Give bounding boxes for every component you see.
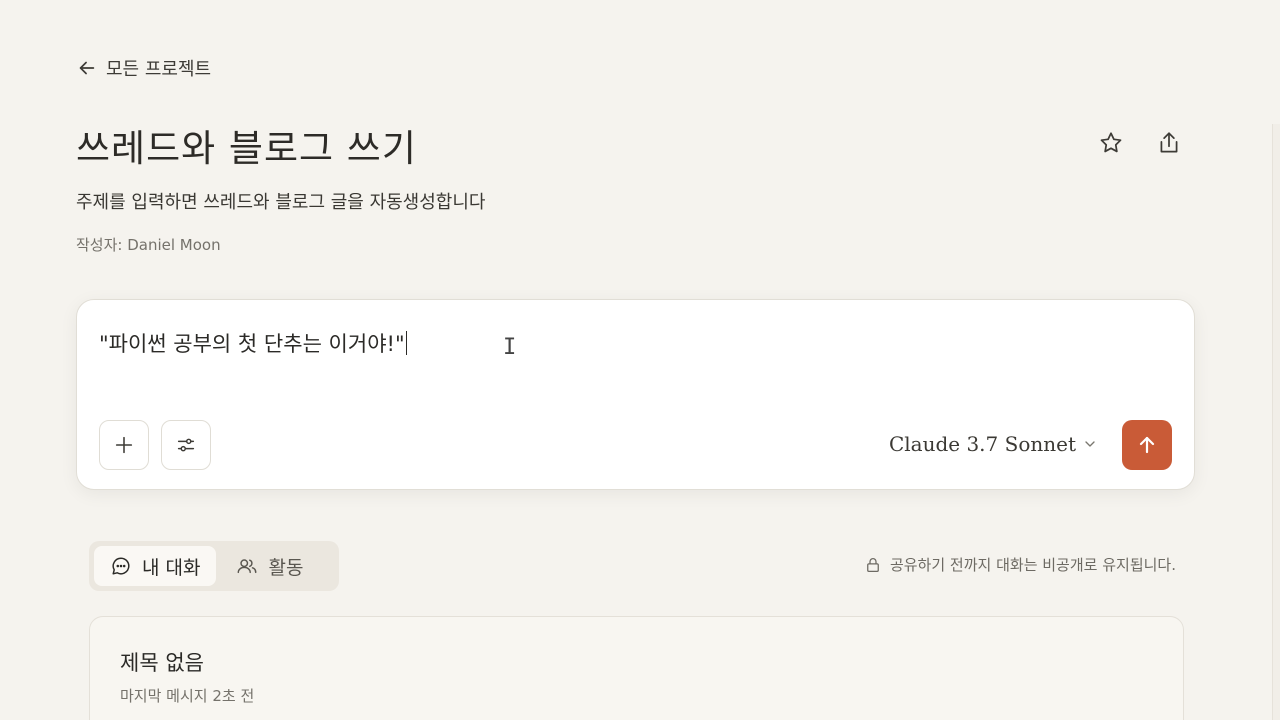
send-button[interactable] [1122, 420, 1172, 470]
conversation-card[interactable]: 제목 없음 마지막 메시지 2초 전 [89, 616, 1184, 720]
tab-my-conversations-label: 내 대화 [142, 556, 201, 579]
back-to-projects-link[interactable]: 모든 프로젝트 [76, 55, 211, 81]
share-button[interactable] [1154, 128, 1184, 158]
add-attachment-button[interactable] [99, 420, 149, 470]
scrollbar[interactable] [1272, 124, 1280, 720]
favorite-button[interactable] [1096, 128, 1126, 158]
tab-activity-label: 활동 [268, 556, 304, 579]
conversation-last-message: 마지막 메시지 2초 전 [120, 687, 255, 705]
back-link-label: 모든 프로젝트 [106, 59, 212, 80]
text-cursor-icon: I [503, 335, 517, 360]
model-selector-label: Claude 3.7 Sonnet [888, 432, 1076, 456]
arrow-left-icon [79, 61, 95, 75]
conversation-tabs: 내 대화 활동 [89, 541, 339, 591]
model-selector[interactable]: Claude 3.7 Sonnet [889, 432, 1098, 456]
share-icon [1160, 132, 1178, 153]
text-caret [405, 331, 408, 355]
title-actions [1096, 128, 1184, 158]
tab-activity[interactable]: 활동 [220, 546, 319, 586]
lock-icon [867, 557, 879, 572]
users-icon [238, 559, 257, 574]
project-author: 작성자: Daniel Moon [76, 236, 221, 254]
arrow-up-icon [1139, 436, 1155, 454]
message-input-value: "파이썬 공부의 첫 단추는 이거야!" [99, 332, 405, 356]
star-icon [1100, 132, 1122, 153]
project-title: 쓰레드와 블로그 쓰기 [76, 127, 417, 170]
chat-bubble-icon [112, 557, 130, 575]
message-composer: "파이썬 공부의 첫 단추는 이거야!" I Claude 3.7 Sonnet [76, 299, 1195, 490]
chevron-down-icon [1085, 441, 1095, 447]
tab-my-conversations[interactable]: 내 대화 [94, 546, 217, 586]
plus-icon [115, 436, 133, 454]
privacy-note-text: 공유하기 전까지 대화는 비공개로 유지됩니다. [889, 556, 1176, 574]
tools-settings-button[interactable] [161, 420, 211, 470]
privacy-note: 공유하기 전까지 대화는 비공개로 유지됩니다. [864, 554, 1176, 575]
project-page: 모든 프로젝트 쓰레드와 블로그 쓰기 주제를 입력하면 쓰레드와 블로그 글을… [0, 0, 1280, 720]
project-description: 주제를 입력하면 쓰레드와 블로그 글을 자동생성합니다 [76, 192, 486, 213]
sliders-icon [177, 438, 195, 452]
message-input[interactable]: "파이썬 공부의 첫 단추는 이거야!" [99, 328, 408, 358]
conversation-title: 제목 없음 [120, 651, 204, 675]
